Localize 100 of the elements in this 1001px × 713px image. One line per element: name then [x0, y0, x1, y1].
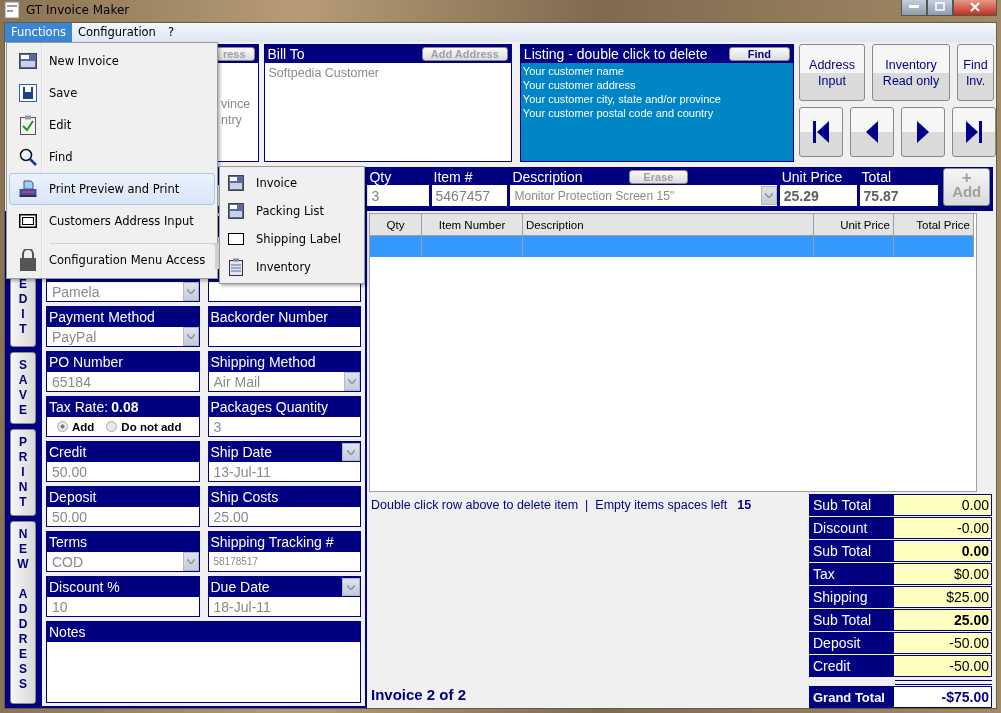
- minimize-button[interactable]: [901, 0, 927, 16]
- nav-button[interactable]: [952, 107, 996, 157]
- nav-button[interactable]: [799, 107, 843, 157]
- address-line: vince: [221, 97, 252, 111]
- nav-button[interactable]: [850, 107, 894, 157]
- dropdown-field[interactable]: Air Mail: [208, 372, 360, 391]
- menu-item[interactable]: Configuration: [71, 23, 162, 42]
- field-label: Credit: [49, 444, 87, 460]
- input-field[interactable]: 5467457: [431, 185, 508, 206]
- maximize-icon: [935, 2, 945, 11]
- dropdown-field[interactable]: COD: [47, 552, 199, 571]
- menu-item[interactable]: Print Preview and Print: [9, 173, 215, 205]
- dropdown-field[interactable]: Pamela: [47, 282, 199, 301]
- input-field[interactable]: 75.87: [859, 185, 939, 206]
- field-label: Backorder Number: [210, 309, 328, 325]
- panel-title: Listing - double click to delete: [523, 46, 708, 62]
- nav-button[interactable]: [901, 107, 945, 157]
- notes-field[interactable]: [47, 642, 360, 702]
- menu-item[interactable]: Save: [9, 77, 215, 109]
- column-header[interactable]: Description: [523, 214, 814, 235]
- input-field[interactable]: [208, 282, 360, 301]
- total-label: Sub Total: [810, 610, 894, 630]
- menu-item[interactable]: ?: [161, 23, 180, 42]
- input-field[interactable]: 65184: [47, 372, 199, 391]
- field-label: Ship Costs: [210, 489, 279, 505]
- side-button[interactable]: PRINT: [10, 429, 36, 516]
- maximize-button[interactable]: [927, 0, 953, 16]
- panel-title: Bill To: [267, 46, 305, 62]
- find-button[interactable]: Find: [728, 47, 790, 61]
- field-label: Description: [512, 168, 583, 185]
- total-value: -50.00: [894, 633, 991, 653]
- action-button[interactable]: Address Input: [799, 44, 865, 101]
- menu-item[interactable]: Customers Address Input: [9, 205, 215, 237]
- column-header[interactable]: Total Price: [894, 214, 974, 235]
- status-separator: |: [585, 498, 589, 512]
- listing-item[interactable]: Your customer name: [522, 64, 791, 78]
- dropdown-field[interactable]: PayPal: [47, 327, 199, 346]
- menu-item[interactable]: Functions: [5, 23, 72, 42]
- input-field[interactable]: 10: [47, 597, 199, 616]
- input-field[interactable]: 25.00: [208, 507, 360, 526]
- radio-option[interactable]: Do not add: [106, 420, 182, 433]
- search-icon: [19, 148, 37, 166]
- total-label: Sub Total: [810, 495, 894, 515]
- action-button[interactable]: Inventory Read only: [872, 44, 950, 101]
- document-icon: [4, 0, 20, 19]
- field-label: Total: [861, 168, 892, 185]
- menu-item[interactable]: Inventory: [222, 253, 362, 281]
- total-label: Sub Total: [810, 541, 894, 561]
- clipboard-check-icon: [20, 115, 36, 135]
- menu-item[interactable]: Edit: [9, 109, 215, 141]
- input-field[interactable]: Monitor Protection Screen 15": [510, 185, 777, 206]
- field-label: PO Number: [49, 354, 123, 370]
- field-label: Qty: [369, 168, 392, 185]
- column-header[interactable]: Unit Price: [814, 214, 894, 235]
- listing-item[interactable]: Your customer postal code and country: [522, 106, 791, 120]
- lock-icon: [20, 249, 36, 271]
- input-field[interactable]: 3: [367, 185, 429, 206]
- side-button[interactable]: SAVE: [10, 352, 36, 424]
- input-field[interactable]: 50.00: [47, 507, 199, 526]
- field-label: Ship Date: [210, 444, 272, 460]
- total-value: -50.00: [894, 656, 991, 676]
- field-label: Due Date: [210, 579, 270, 595]
- field-label: Notes: [49, 624, 86, 640]
- menu-item[interactable]: Find: [9, 141, 215, 173]
- clipboard-icon: [229, 258, 243, 276]
- column-header[interactable]: Item Number: [422, 214, 523, 235]
- close-icon: [970, 1, 980, 12]
- field-label: Packages Quantity: [210, 399, 328, 415]
- input-field[interactable]: 58178517: [208, 552, 360, 571]
- field-label: Shipping Tracking #: [210, 534, 334, 550]
- action-button[interactable]: Find Inv.: [957, 44, 994, 101]
- invoice-icon: [19, 53, 37, 69]
- field-label: Tax Rate:: [49, 399, 109, 415]
- close-button[interactable]: [953, 0, 997, 16]
- bill-to-field[interactable]: Softpedia Customer: [264, 63, 511, 161]
- field-label: Unit Price: [781, 168, 843, 185]
- field-label: Discount %: [49, 579, 120, 595]
- menu-item[interactable]: Invoice: [222, 169, 362, 197]
- status-text: Double click row above to delete item: [371, 498, 579, 512]
- rectangle-icon: [19, 214, 37, 228]
- rectangle-icon: [228, 233, 244, 245]
- input-field[interactable]: 3: [208, 417, 360, 436]
- side-button[interactable]: NEW ADDRESS: [10, 521, 36, 704]
- previous-icon: [865, 120, 879, 144]
- input-field[interactable]: 50.00: [47, 462, 199, 481]
- first-record-icon: [812, 120, 830, 144]
- window-title: GT Invoice Maker: [26, 2, 130, 17]
- input-field[interactable]: [208, 327, 360, 346]
- radio-option[interactable]: Add: [57, 420, 95, 433]
- address-line: ntry: [221, 113, 243, 127]
- field-label: Terms: [49, 534, 88, 550]
- menu-item[interactable]: Packing List: [222, 197, 362, 225]
- total-value: 25.00: [894, 610, 991, 630]
- menu-item[interactable]: New Invoice: [9, 45, 215, 77]
- listing-item[interactable]: Your customer address: [522, 78, 791, 92]
- tax-rate-value: 0.08: [111, 399, 139, 415]
- input-field[interactable]: 25.29: [779, 185, 857, 206]
- listing-item[interactable]: Your customer city, state and/or province: [522, 92, 791, 106]
- total-label: Deposit: [810, 633, 894, 653]
- column-header[interactable]: Qty: [370, 214, 422, 235]
